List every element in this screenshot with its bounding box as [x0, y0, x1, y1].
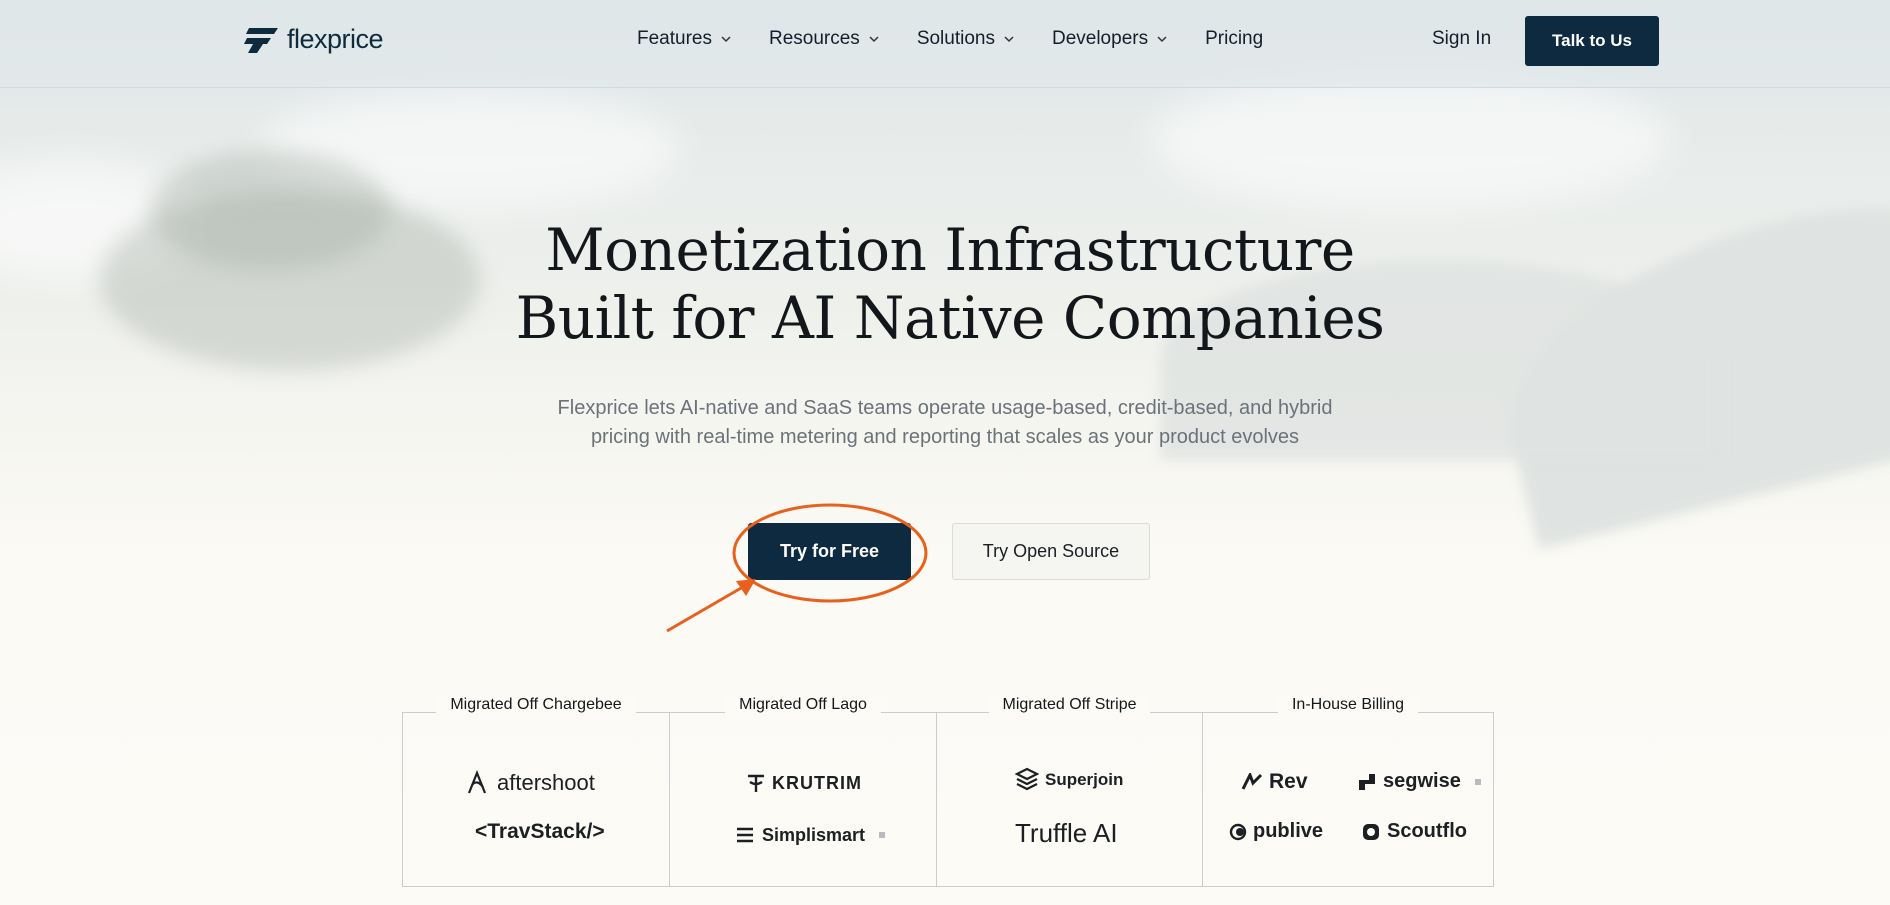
company-logo-rev: Rev — [1241, 770, 1308, 794]
hero-subtitle-line-1: Flexprice lets AI-native and SaaS teams … — [557, 397, 1333, 419]
nav-pricing-label: Pricing — [1205, 28, 1264, 49]
column-title: Migrated Off Chargebee — [403, 696, 669, 714]
column-title: In-House Billing — [1203, 696, 1493, 714]
rev-logo-icon — [1241, 773, 1263, 790]
brand-name: flexprice — [287, 24, 384, 54]
hero-subtitle-line-2: pricing with real-time metering and repo… — [590, 426, 1300, 448]
flexprice-logo-icon — [244, 27, 278, 53]
aftershoot-logo-icon — [467, 770, 487, 794]
company-logo-travstack: <TravStack/> — [475, 820, 605, 843]
logo-column-stripe: Migrated Off Stripe Superjoin Truffle AI — [936, 696, 1203, 887]
nav-solutions[interactable]: Solutions — [917, 28, 1014, 50]
company-logo-scoutflo: Scoutflo — [1361, 820, 1467, 843]
logo-column-in-house: In-House Billing Rev segwise publive Sco… — [1202, 696, 1494, 887]
annotation-arrow — [666, 582, 749, 633]
publive-logo-icon — [1229, 823, 1247, 840]
nav-features[interactable]: Features — [637, 28, 731, 50]
nav-resources[interactable]: Resources — [769, 28, 879, 50]
company-logo-segwise: segwise — [1357, 770, 1481, 793]
nav-resources-label: Resources — [768, 28, 860, 49]
logo-column-lago: Migrated Off Lago KRUTRIM Simplismart — [669, 696, 937, 887]
site-header: flexprice Features Resources Solutions D… — [0, 0, 1890, 88]
hero-title-line-2: Built for AI Native Companies — [515, 284, 1385, 352]
chevron-down-icon — [1157, 36, 1167, 43]
nav-pricing[interactable]: Pricing — [1205, 28, 1263, 50]
nav-solutions-label: Solutions — [916, 28, 995, 49]
company-logo-krutrim: KRUTRIM — [746, 772, 862, 794]
try-open-source-button[interactable]: Try Open Source — [952, 523, 1150, 580]
main-nav: Features Resources Solutions Developers … — [637, 28, 1301, 50]
nav-developers-label: Developers — [1051, 28, 1149, 49]
company-logo-superjoin: Superjoin — [1015, 767, 1123, 793]
sign-in-link[interactable]: Sign In — [1432, 28, 1491, 50]
superjoin-logo-icon — [1015, 767, 1039, 791]
logo-column-chargebee: Migrated Off Chargebee aftershoot <TravS… — [403, 696, 669, 887]
hero-title-line-1: Monetization Infrastructure — [545, 216, 1355, 284]
nav-features-label: Features — [637, 28, 712, 49]
column-title: Migrated Off Lago — [670, 696, 936, 714]
chevron-down-icon — [721, 36, 731, 43]
chevron-down-icon — [869, 36, 879, 43]
customer-logo-grid: Migrated Off Chargebee aftershoot <TravS… — [402, 696, 1494, 887]
scoutflo-logo-icon — [1363, 823, 1379, 840]
nav-developers[interactable]: Developers — [1052, 28, 1167, 50]
chevron-down-icon — [1004, 36, 1014, 43]
company-logo-truffle-ai: Truffle AI — [1015, 818, 1118, 848]
brand-logo[interactable]: flexprice — [243, 24, 384, 55]
company-logo-publive: publive — [1229, 820, 1323, 843]
segwise-logo-icon — [1359, 773, 1375, 790]
company-logo-simplismart: Simplismart — [734, 824, 886, 846]
simplismart-logo-icon — [737, 827, 753, 843]
company-logo-aftershoot: aftershoot — [463, 769, 595, 797]
annotation-arrowhead — [736, 579, 756, 596]
hero-title: Monetization Infrastructure Built for AI… — [445, 216, 1455, 352]
try-for-free-button[interactable]: Try for Free — [748, 523, 911, 580]
hero-subtitle: Flexprice lets AI-native and SaaS teams … — [505, 394, 1385, 452]
krutrim-logo-icon — [748, 774, 764, 792]
column-title: Migrated Off Stripe — [937, 696, 1202, 714]
talk-to-us-button[interactable]: Talk to Us — [1525, 16, 1659, 66]
